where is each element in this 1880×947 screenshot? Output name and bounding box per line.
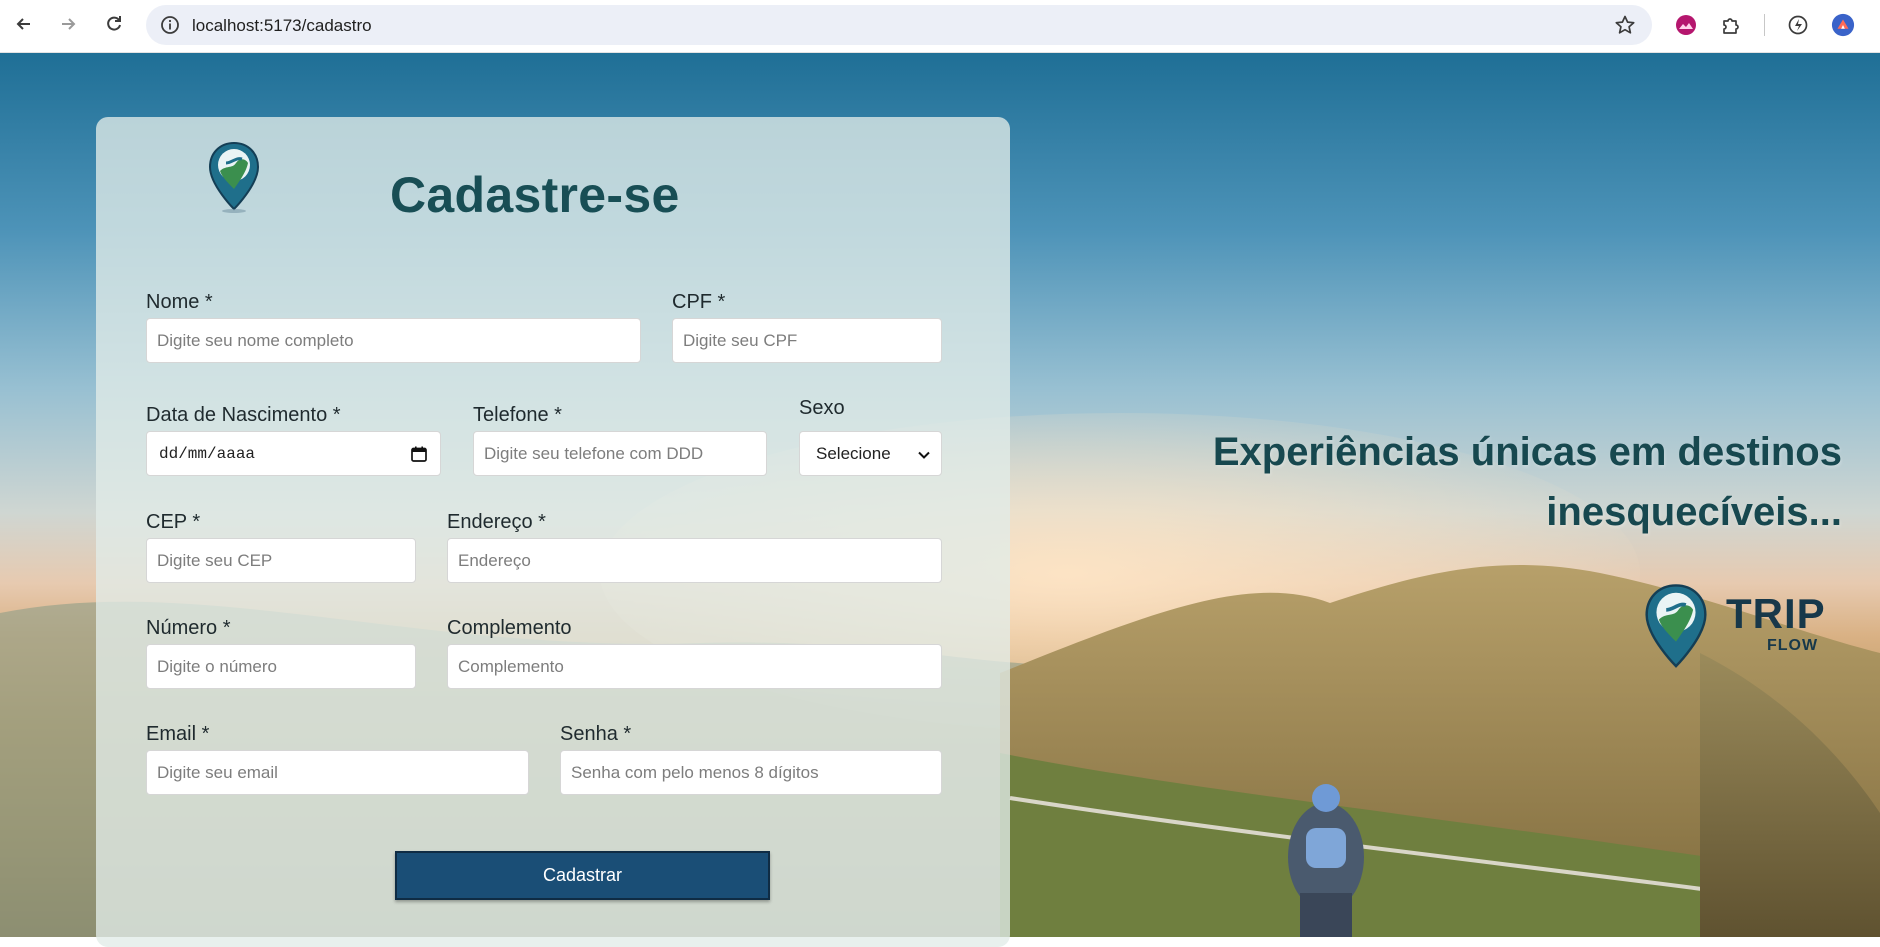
telefone-input[interactable] [473,431,767,476]
calendar-icon[interactable] [410,445,428,463]
cadastrar-button[interactable]: Cadastrar [395,851,770,900]
extensions-puzzle-icon[interactable] [1719,13,1743,37]
forward-arrow-icon[interactable] [56,12,80,36]
tripflow-logo-icon [206,141,262,213]
site-info-icon[interactable] [160,15,180,35]
nome-label: Nome * [146,291,213,313]
complemento-input[interactable] [447,644,942,689]
senha-label: Senha * [560,723,632,745]
browser-toolbar: localhost:5173/cadastro [0,0,1880,53]
url-text[interactable]: localhost:5173/cadastro [192,16,372,36]
brand-logo-pin-icon [1641,583,1711,671]
cep-input[interactable] [146,538,416,583]
profile-avatar-icon[interactable] [1831,13,1855,37]
birthdate-input[interactable]: dd/mm/aaaa [146,431,441,476]
cpf-label: CPF * [672,291,726,313]
senha-input[interactable] [560,750,942,795]
complemento-label: Complemento [447,617,572,639]
email-label: Email * [146,723,210,745]
chevron-down-icon [917,447,931,461]
endereco-label: Endereço * [447,511,546,533]
brand-name-flow: FLOW [1767,637,1819,654]
hero-tagline-line-2: inesquecíveis... [1546,490,1842,534]
sexo-label: Sexo [799,397,845,419]
telefone-label: Telefone * [473,404,562,426]
bookmark-star-icon[interactable] [1614,14,1636,36]
numero-label: Número * [146,617,231,639]
birthdate-value: dd/mm/aaaa [159,444,256,463]
brand-name-trip: TRIP [1726,590,1826,637]
address-bar[interactable]: localhost:5173/cadastro [146,5,1652,45]
hero-tagline-line-1: Experiências únicas em destinos [1212,430,1842,474]
performance-icon[interactable] [1786,13,1810,37]
email-input[interactable] [146,750,529,795]
numero-input[interactable] [146,644,416,689]
sexo-selected-value: Selecione [816,443,891,463]
nome-input[interactable] [146,318,641,363]
sexo-select[interactable]: Selecione [799,431,942,476]
reload-icon[interactable] [102,12,126,36]
extension-photo-icon[interactable] [1674,13,1698,37]
hero-tagline: Experiências únicas em destinos inesquec… [1142,422,1842,542]
cep-label: CEP * [146,511,201,533]
endereco-input[interactable] [447,538,942,583]
toolbar-divider [1764,14,1765,36]
page-title: Cadastre-se [390,167,680,223]
register-card [96,117,1010,947]
cpf-input[interactable] [672,318,942,363]
nascimento-label: Data de Nascimento * [146,404,341,426]
back-arrow-icon[interactable] [12,12,36,36]
